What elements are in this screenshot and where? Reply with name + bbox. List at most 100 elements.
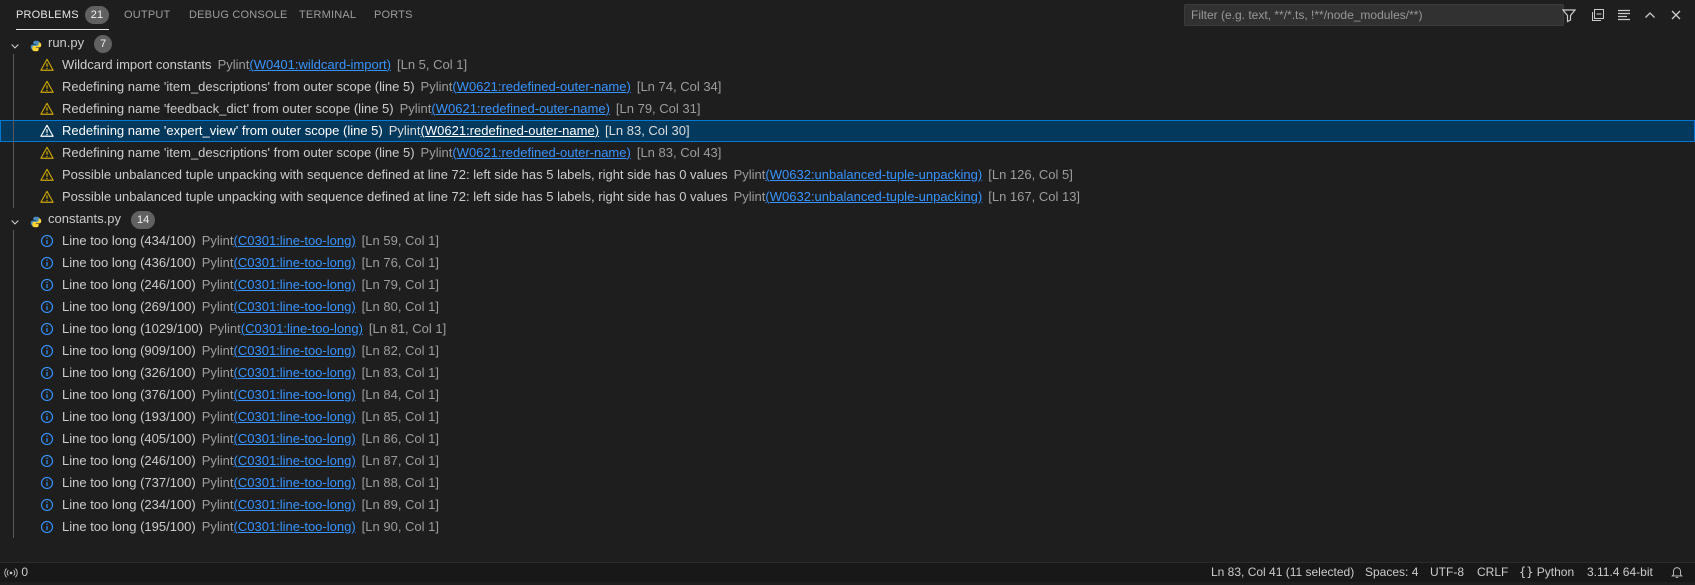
problem-code: C0301:line-too-long — [237, 277, 352, 292]
code-close-paren: ) — [977, 189, 983, 204]
problem-code-link[interactable]: (W0621:redefined-outer-name) — [431, 101, 610, 116]
tab-problems[interactable]: PROBLEMS 21 — [16, 0, 110, 30]
collapse-all-icon[interactable] — [1588, 5, 1608, 25]
tree-indent-guide — [13, 274, 14, 296]
problem-location: [Ln 82, Col 1] — [361, 343, 439, 358]
problem-row[interactable]: Line too long (246/100) Pylint(C0301:line… — [0, 274, 1695, 296]
problem-code-link[interactable]: (W0401:wildcard-import) — [249, 57, 391, 72]
problem-code-link[interactable]: (C0301:line-too-long) — [234, 475, 356, 490]
problem-code-link[interactable]: (C0301:line-too-long) — [234, 255, 356, 270]
problem-location: [Ln 89, Col 1] — [361, 497, 439, 512]
problem-row[interactable]: Redefining name 'item_descriptions' from… — [0, 142, 1695, 164]
problem-code-link[interactable]: (W0621:redefined-outer-name) — [452, 79, 631, 94]
problem-code: C0301:line-too-long — [237, 387, 352, 402]
problem-code-link[interactable]: (W0632:unbalanced-tuple-unpacking) — [765, 189, 982, 204]
problem-code-link[interactable]: (C0301:line-too-long) — [234, 387, 356, 402]
problem-row[interactable]: Line too long (193/100) Pylint(C0301:line… — [0, 406, 1695, 428]
problem-code-link[interactable]: (C0301:line-too-long) — [234, 365, 356, 380]
problem-row[interactable]: Line too long (269/100) Pylint(C0301:line… — [0, 296, 1695, 318]
notifications-bell-icon[interactable] — [1670, 565, 1684, 584]
problem-code: C0301:line-too-long — [237, 365, 352, 380]
code-close-paren: ) — [351, 277, 356, 292]
problem-row[interactable]: Line too long (376/100) Pylint(C0301:line… — [0, 384, 1695, 406]
problem-text: Line too long (195/100) Pylint(C0301:line… — [62, 516, 439, 538]
problem-row[interactable]: Redefining name 'feedback_dict' from out… — [0, 98, 1695, 120]
view-as-list-icon[interactable] — [1614, 5, 1634, 25]
problem-code: W0632:unbalanced-tuple-unpacking — [769, 189, 978, 204]
problem-location: [Ln 59, Col 1] — [361, 233, 439, 248]
problem-message: Redefining name 'item_descriptions' from… — [62, 79, 415, 94]
problem-row[interactable]: Redefining name 'expert_view' from outer… — [0, 120, 1695, 142]
tree-indent-guide — [13, 362, 14, 384]
filter-input[interactable] — [1185, 5, 1525, 25]
problem-code-link[interactable]: (C0301:line-too-long) — [234, 409, 356, 424]
close-panel-icon[interactable] — [1666, 5, 1686, 25]
problem-message: Possible unbalanced tuple unpacking with… — [62, 167, 728, 182]
problem-message: Line too long (246/100) — [62, 277, 196, 292]
file-name: run.py — [48, 35, 85, 50]
tab-ports[interactable]: PORTS — [374, 0, 413, 30]
problem-row[interactable]: Line too long (737/100) Pylint(C0301:line… — [0, 472, 1695, 494]
problem-code-link[interactable]: (W0632:unbalanced-tuple-unpacking) — [765, 167, 982, 182]
problem-code-link[interactable]: (C0301:line-too-long) — [234, 453, 356, 468]
code-close-paren: ) — [605, 101, 610, 116]
tree-indent-guide — [13, 318, 14, 340]
problem-row[interactable]: Line too long (234/100) Pylint(C0301:line… — [0, 494, 1695, 516]
problem-text: Line too long (234/100) Pylint(C0301:line… — [62, 494, 439, 516]
problem-code-link[interactable]: (C0301:line-too-long) — [234, 277, 356, 292]
tab-output-label: OUTPUT — [124, 9, 171, 21]
problem-code-link[interactable]: (C0301:line-too-long) — [234, 497, 356, 512]
language-mode[interactable]: {} Python — [1519, 563, 1574, 582]
problem-source: Pylint(C0301:line-too-long) — [202, 431, 356, 446]
problem-row[interactable]: Wildcard import constants Pylint(W0401:wi… — [0, 54, 1695, 76]
problem-source-name: Pylint — [208, 321, 241, 336]
problem-code: W0621:redefined-outer-name — [456, 145, 627, 160]
tab-debug-console[interactable]: DEBUG CONSOLE — [189, 0, 288, 30]
ports-status[interactable]: 0 — [4, 563, 28, 582]
problem-row[interactable]: Line too long (434/100) Pylint(C0301:line… — [0, 230, 1695, 252]
problem-row[interactable]: Possible unbalanced tuple unpacking with… — [0, 164, 1695, 186]
problem-location: [Ln 74, Col 34] — [636, 79, 722, 94]
tree-indent-guide — [13, 186, 14, 208]
code-close-paren: ) — [351, 431, 356, 446]
problem-source-name: Pylint — [201, 343, 234, 358]
indentation-status[interactable]: Spaces: 4 — [1365, 563, 1418, 582]
problem-source-name: Pylint — [201, 453, 234, 468]
tree-indent-guide — [13, 516, 14, 538]
cursor-position[interactable]: Ln 83, Col 41 (11 selected) — [1211, 563, 1354, 582]
problem-code-link[interactable]: (W0621:redefined-outer-name) — [452, 145, 631, 160]
problem-code-link[interactable]: (C0301:line-too-long) — [234, 233, 356, 248]
code-close-paren: ) — [351, 453, 356, 468]
maximize-panel-icon[interactable] — [1640, 5, 1660, 25]
problem-row[interactable]: Line too long (909/100) Pylint(C0301:line… — [0, 340, 1695, 362]
encoding-status[interactable]: UTF-8 — [1430, 563, 1464, 582]
problem-row[interactable]: Possible unbalanced tuple unpacking with… — [0, 186, 1695, 208]
problem-row[interactable]: Line too long (195/100) Pylint(C0301:line… — [0, 516, 1695, 538]
file-group-row[interactable]: run.py 7 — [0, 32, 1695, 54]
problem-row[interactable]: Line too long (1029/100) Pylint(C0301:lin… — [0, 318, 1695, 340]
tree-indent-guide — [13, 164, 14, 186]
problem-code-link[interactable]: (C0301:line-too-long) — [234, 431, 356, 446]
info-icon — [40, 519, 54, 541]
filter-icon[interactable] — [1559, 5, 1579, 25]
tree-indent-guide — [13, 98, 14, 120]
eol-status[interactable]: CRLF — [1477, 563, 1508, 582]
problem-code-link[interactable]: (C0301:line-too-long) — [234, 299, 356, 314]
problem-text: Line too long (246/100) Pylint(C0301:line… — [62, 450, 439, 472]
python-interpreter[interactable]: 3.11.4 64-bit — [1587, 563, 1653, 582]
problem-code-link[interactable]: (C0301:line-too-long) — [234, 343, 356, 358]
problem-code-link[interactable]: (W0621:redefined-outer-name) — [421, 123, 600, 138]
tab-output[interactable]: OUTPUT — [124, 0, 170, 30]
problem-row[interactable]: Line too long (436/100) Pylint(C0301:line… — [0, 252, 1695, 274]
tab-terminal[interactable]: TERMINAL — [299, 0, 356, 30]
problem-location: [Ln 88, Col 1] — [361, 475, 439, 490]
problem-code-link[interactable]: (C0301:line-too-long) — [241, 321, 363, 336]
problem-row[interactable]: Line too long (405/100) Pylint(C0301:line… — [0, 428, 1695, 450]
problem-code-link[interactable]: (C0301:line-too-long) — [234, 519, 356, 534]
problem-row[interactable]: Line too long (326/100) Pylint(C0301:line… — [0, 362, 1695, 384]
problem-row[interactable]: Line too long (246/100) Pylint(C0301:line… — [0, 450, 1695, 472]
file-group-row[interactable]: constants.py 14 — [0, 208, 1695, 230]
problem-source: Pylint(C0301:line-too-long) — [209, 321, 363, 336]
code-close-paren: ) — [351, 365, 356, 380]
problem-row[interactable]: Redefining name 'item_descriptions' from… — [0, 76, 1695, 98]
